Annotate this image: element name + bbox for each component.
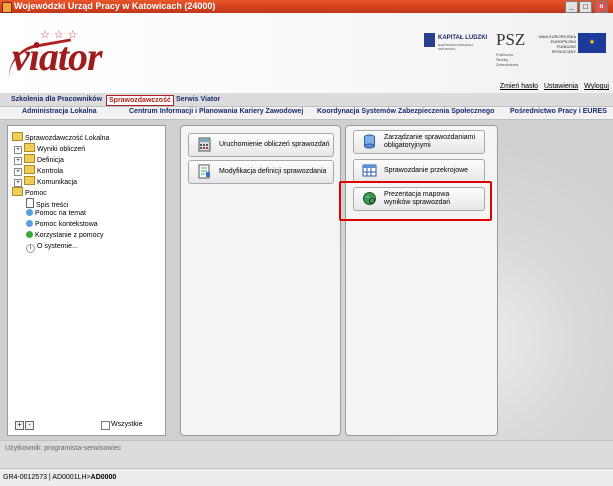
run-calculations-label: Uruchomienie obliczeń sprawozdań <box>219 141 330 148</box>
logout-link[interactable]: Wyloguj <box>584 83 609 90</box>
viator-logo: viator <box>12 34 103 79</box>
change-password-link[interactable]: Zmień hasło <box>500 83 538 90</box>
status-bar: Użytkownik: programista-serwisowiec <box>0 440 613 457</box>
psz-subtitle: Publiczne Służby Zatrudnienia <box>496 52 519 67</box>
navigation-tree: Sprawozdawczość Lokalna + Wyniki obliczeń… <box>7 125 166 436</box>
folder-open-icon <box>12 187 23 196</box>
tab-centrum-informacji[interactable]: Centrum Informacji i Planowania Kariery … <box>129 108 303 115</box>
sub-tabs: Administracja Lokalna Centrum Informacji… <box>0 106 613 120</box>
tab-sprawozdawczosc[interactable]: Sprawozdawczość <box>106 95 174 106</box>
help-item-kontekstowa[interactable]: Pomoc kontekstowa <box>26 220 98 229</box>
close-button[interactable]: × <box>595 1 608 13</box>
folder-icon <box>24 154 35 163</box>
show-all-checkbox[interactable] <box>101 421 110 430</box>
top-links: Zmień hasło Ustawienia Wyloguj <box>496 83 609 90</box>
psz-logo: PSZ <box>496 30 526 49</box>
help-icon <box>26 220 33 227</box>
kapital-ludzki-text: KAPITAŁ LUDZKI <box>438 35 488 41</box>
tab-posrednictwo[interactable]: Pośrednictwo Pracy i EURES <box>510 108 607 115</box>
tree-root[interactable]: Sprawozdawczość Lokalna <box>12 132 109 143</box>
info-icon: i <box>26 244 35 253</box>
modify-definition-button[interactable]: Modyfikacja definicji sprawozdania <box>188 160 334 184</box>
collapse-all-button[interactable]: - <box>25 421 34 430</box>
tab-serwis-viator[interactable]: Serwis Viator <box>174 95 222 105</box>
table-report-icon <box>362 164 377 177</box>
app-icon <box>2 2 12 13</box>
tree-item-definicja[interactable]: + Definicja <box>14 154 64 165</box>
tree-item-komunikacja[interactable]: + Komunikacja <box>14 176 77 187</box>
folder-icon <box>24 165 35 174</box>
bottom-bar: GR4-0012573 | AD0001LH>AD0000 <box>0 468 613 486</box>
help-item-temat[interactable]: Pomoc na temat <box>26 209 86 218</box>
expand-icon[interactable]: + <box>14 179 22 187</box>
kapital-ludzki-logo: KAPITAŁ LUDZKI NARODOWA STRATEGIA SPÓJNO… <box>424 33 488 53</box>
help-item-korzystanie[interactable]: Korzystanie z pomocy <box>26 231 103 240</box>
eu-label: UNIA EUROPEJSKA EUROPEJSKI FUNDUSZ SPOŁE… <box>538 34 576 54</box>
minimize-button[interactable]: _ <box>565 1 578 13</box>
show-all-label: Wszystkie <box>111 421 143 428</box>
help-green-icon <box>26 231 33 238</box>
title-bar: Wojewódzki Urząd Pracy w Katowicach (240… <box>0 0 613 13</box>
tab-szkolenia[interactable]: Szkolenia dla Pracowników <box>9 95 104 105</box>
kapital-ludzki-subtitle: NARODOWA STRATEGIA SPÓJNOŚCI <box>438 43 474 51</box>
manage-reports-label-2: obligatoryjnymi <box>384 142 431 149</box>
manage-reports-label-1: Zarządzanie sprawozdaniami <box>384 134 476 141</box>
database-icon <box>364 134 375 149</box>
help-icon <box>26 209 33 216</box>
folder-icon <box>24 143 35 152</box>
cross-section-report-label: Sprawozdanie przekrojowe <box>384 167 469 174</box>
user-status: Użytkownik: programista-serwisowiec <box>5 445 122 452</box>
maximize-button[interactable]: □ <box>579 1 592 13</box>
help-item-o-systemie[interactable]: iO systemie... <box>26 242 78 253</box>
expand-icon[interactable]: + <box>14 168 22 176</box>
expand-all-button[interactable]: + <box>15 421 24 430</box>
tree-item-kontrola[interactable]: + Kontrola <box>14 165 63 176</box>
run-calculations-button[interactable]: Uruchomienie obliczeń sprawozdań <box>188 133 334 157</box>
cross-section-report-button[interactable]: Sprawozdanie przekrojowe <box>353 159 485 183</box>
expand-icon[interactable]: + <box>14 146 22 154</box>
tree-item-wyniki[interactable]: + Wyniki obliczeń <box>14 143 85 154</box>
modify-definition-label: Modyfikacja definicji sprawozdania <box>219 168 327 175</box>
manage-reports-button[interactable]: Zarządzanie sprawozdaniami obligatoryjny… <box>353 130 485 154</box>
page-icon <box>26 198 34 208</box>
eu-flag-icon: ★ <box>578 33 606 53</box>
expand-icon[interactable]: + <box>14 157 22 165</box>
edit-document-icon <box>198 164 210 179</box>
highlight-frame <box>339 181 492 221</box>
session-info: GR4-0012573 | AD0001LH>AD0000 <box>3 474 117 481</box>
settings-link[interactable]: Ustawienia <box>544 83 578 90</box>
tab-administracja[interactable]: Administracja Lokalna <box>22 108 97 115</box>
calculator-icon <box>198 137 211 152</box>
folder-open-icon <box>12 132 23 141</box>
folder-icon <box>24 176 35 185</box>
tree-item-pomoc[interactable]: Pomoc <box>12 187 47 198</box>
window-title: Wojewódzki Urząd Pracy w Katowicach (240… <box>14 1 216 11</box>
tab-koordynacja[interactable]: Koordynacja Systemów Zabezpieczenia Społ… <box>317 108 494 115</box>
